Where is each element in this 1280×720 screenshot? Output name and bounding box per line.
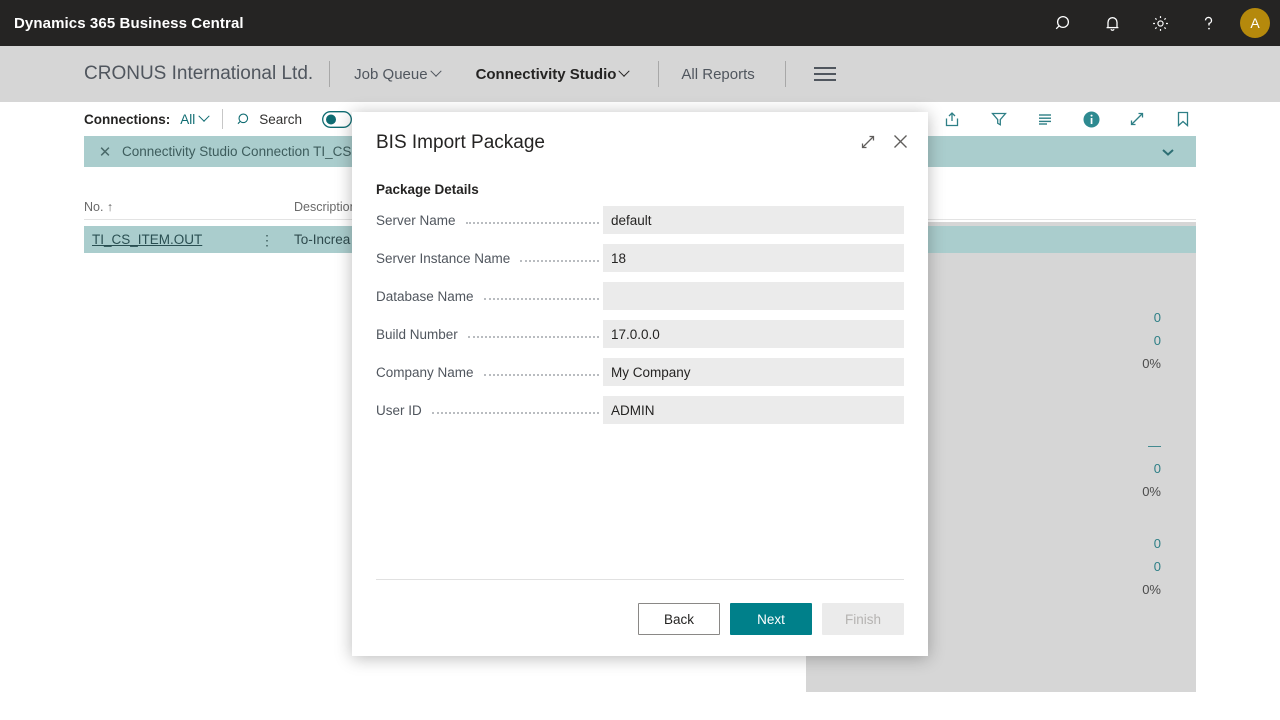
user-id-input[interactable]: ADMIN	[603, 396, 904, 424]
expand-diagonal-icon[interactable]	[859, 133, 877, 151]
avatar[interactable]: A	[1240, 8, 1270, 38]
row-link-no[interactable]: TI_CS_ITEM.OUT	[84, 232, 254, 247]
leader-dots	[431, 400, 599, 414]
notifications-bell-icon[interactable]	[1088, 0, 1136, 46]
app-bar-actions: A	[1040, 0, 1280, 46]
field-row-server-instance-name: Server Instance Name 18	[376, 244, 904, 272]
bookmark-icon[interactable]	[1160, 102, 1206, 136]
back-button[interactable]: Back	[638, 603, 720, 635]
close-x-icon[interactable]	[891, 132, 910, 151]
field-row-database-name: Database Name	[376, 282, 904, 310]
field-label: Server Instance Name	[376, 250, 511, 266]
field-row-company-name: Company Name My Company	[376, 358, 904, 386]
expand-diagonal-icon[interactable]	[1114, 102, 1160, 136]
server-instance-name-input[interactable]: 18	[603, 244, 904, 272]
info-filled-icon[interactable]	[1068, 102, 1114, 136]
search-button-label: Search	[259, 111, 303, 127]
nav-item-job-queue[interactable]: Job Queue	[346, 62, 447, 87]
leader-dots	[483, 362, 599, 376]
navigation-band: CRONUS International Ltd. Job Queue Conn…	[0, 46, 1280, 102]
nav-item-label: Job Queue	[354, 65, 428, 83]
kpi-value: 0	[1153, 559, 1161, 574]
row-menu-kebab-icon[interactable]: ⋮	[254, 233, 280, 247]
kpi-group: 0 0 0%	[1142, 532, 1161, 601]
finish-button: Finish	[822, 603, 904, 635]
leader-dots	[520, 248, 599, 262]
share-icon[interactable]	[930, 102, 976, 136]
field-label: Database Name	[376, 288, 474, 304]
nav-divider-1	[329, 61, 331, 87]
nav-divider-3	[784, 61, 786, 87]
avatar-initial: A	[1250, 15, 1260, 31]
nav-item-label: All Reports	[681, 65, 755, 83]
gear-icon[interactable]	[1136, 0, 1184, 46]
hamburger-menu-icon[interactable]	[813, 67, 836, 81]
app-bar: Dynamics 365 Business Central A	[0, 0, 1280, 46]
field-label: Server Name	[376, 212, 456, 228]
section-title-package-details: Package Details	[376, 182, 479, 197]
package-details-fields: Server Name default Server Instance Name…	[376, 206, 904, 434]
next-button[interactable]: Next	[730, 603, 812, 635]
connections-label: Connections:	[84, 111, 171, 127]
field-label: Company Name	[376, 364, 474, 380]
field-row-build-number: Build Number 17.0.0.0	[376, 320, 904, 348]
build-number-input[interactable]: 17.0.0.0	[603, 320, 904, 348]
search-icon[interactable]	[1040, 0, 1088, 46]
dialog-divider	[376, 579, 904, 580]
filter-chip-label: Connectivity Studio Connection TI_CS	[122, 144, 352, 159]
kpi-value: 0	[1153, 461, 1161, 476]
company-name-input[interactable]: My Company	[603, 358, 904, 386]
toolbar-divider-1	[222, 109, 224, 129]
leader-dots	[467, 324, 599, 338]
kpi-value: 0	[1153, 536, 1161, 551]
nav-divider-2	[658, 61, 660, 87]
column-header-no[interactable]: No. ↑	[84, 200, 294, 214]
filter-funnel-icon[interactable]	[976, 102, 1022, 136]
kpi-group: — 0 0%	[1142, 434, 1161, 503]
database-name-input[interactable]	[603, 282, 904, 310]
leader-dots	[483, 286, 599, 300]
dialog-title: BIS Import Package	[376, 132, 545, 153]
kpi-percent: 0%	[1142, 484, 1161, 499]
dialog-actions	[859, 132, 910, 151]
app-title: Dynamics 365 Business Central	[14, 14, 244, 32]
field-row-server-name: Server Name default	[376, 206, 904, 234]
field-label: User ID	[376, 402, 422, 418]
field-row-user-id: User ID ADMIN	[376, 396, 904, 424]
bis-import-package-dialog: BIS Import Package Package Details Serve…	[352, 112, 928, 656]
kpi-percent: 0%	[1142, 582, 1161, 597]
leader-dots	[465, 210, 599, 224]
company-name: CRONUS International Ltd.	[84, 63, 314, 84]
chevron-down-icon[interactable]	[1160, 147, 1176, 157]
nav-item-label: Connectivity Studio	[475, 65, 617, 83]
kpi-percent: 0%	[1142, 356, 1161, 371]
row-cell-description: To-Increa	[294, 232, 351, 247]
server-name-input[interactable]: default	[603, 206, 904, 234]
kpi-value: —	[1148, 438, 1161, 453]
kpi-group: 0 0 0%	[1142, 306, 1161, 375]
help-question-icon[interactable]	[1184, 0, 1232, 46]
nav-item-connectivity-studio[interactable]: Connectivity Studio	[468, 62, 637, 87]
kpi-value: 0	[1153, 310, 1161, 325]
app-root: Dynamics 365 Business Central A CRONUS I…	[0, 0, 1280, 720]
nav-item-all-reports[interactable]: All Reports	[673, 62, 762, 87]
list-view-icon[interactable]	[1022, 102, 1068, 136]
chevron-down-icon	[198, 110, 210, 122]
dialog-buttons: Back Next Finish	[638, 603, 904, 635]
kpi-value: 0	[1153, 333, 1161, 348]
field-label: Build Number	[376, 326, 458, 342]
chevron-down-icon	[429, 65, 442, 77]
connections-filter-value: All	[180, 111, 196, 127]
chevron-down-icon	[618, 65, 631, 77]
close-x-icon[interactable]: ✕	[96, 143, 114, 161]
search-button[interactable]: Search	[237, 112, 302, 127]
toolbar-right-icons: ···	[879, 102, 1280, 136]
connections-filter-dropdown[interactable]: All	[180, 110, 210, 127]
